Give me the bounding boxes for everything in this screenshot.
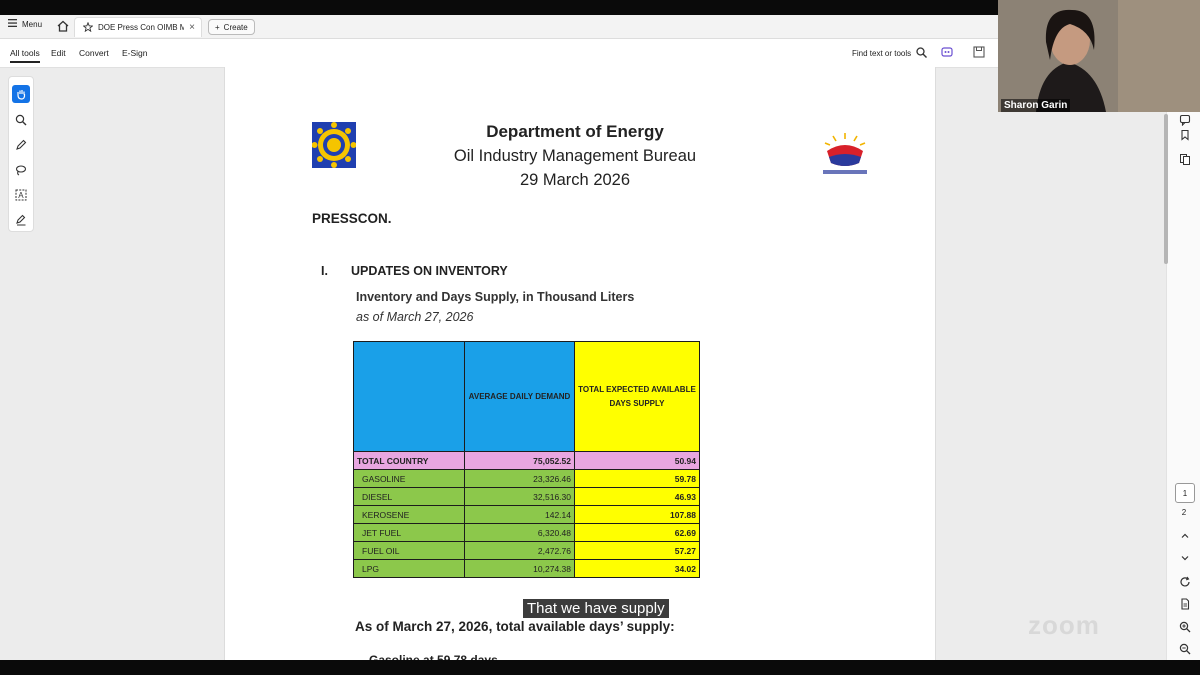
partially-visible-bullet: Gasoline at 59.78 days (369, 653, 498, 660)
table-cell-days: 46.93 (574, 487, 700, 506)
create-button[interactable]: + Create (208, 19, 255, 35)
table-row: DIESEL 32,516.30 46.93 (353, 487, 700, 506)
table-cell-label: LPG (353, 559, 465, 578)
header-bureau: Oil Industry Management Bureau (453, 147, 697, 165)
chevron-up-icon[interactable] (1178, 529, 1192, 543)
header-department: Department of Energy (486, 122, 664, 141)
bagong-pilipinas-logo (815, 129, 875, 179)
table-row: JET FUEL 6,320.48 62.69 (353, 523, 700, 542)
text-select-icon[interactable]: A (12, 186, 30, 204)
sign-icon[interactable] (12, 211, 30, 229)
tab-convert[interactable]: Convert (79, 48, 109, 58)
save-icon[interactable] (972, 45, 986, 59)
table-cell-demand: 75,052.52 (464, 451, 575, 470)
live-caption: That we have supply (523, 599, 669, 618)
svg-text:A: A (18, 191, 24, 200)
table-cell-label: GASOLINE (353, 469, 465, 488)
screen-bottom-bar (0, 660, 1200, 675)
table-cell-demand: 142.14 (464, 505, 575, 524)
inventory-table: AVERAGE DAILY DEMAND TOTAL EXPECTED AVAI… (353, 341, 700, 578)
lasso-icon[interactable] (12, 161, 30, 179)
table-row: FUEL OIL 2,472.76 57.27 (353, 541, 700, 560)
comment-icon[interactable] (1178, 113, 1192, 127)
find-label: Find text or tools (852, 49, 912, 58)
table-cell-label: KEROSENE (353, 505, 465, 524)
tab-all-tools[interactable]: All tools (10, 48, 40, 63)
table-cell-demand: 32,516.30 (464, 487, 575, 506)
table-header-cell: TOTAL EXPECTED AVAILABLE DAYS SUPPLY (574, 341, 700, 452)
tab-title: DOE Press Con OIMB M... (98, 23, 185, 32)
table-title: Inventory and Days Supply, in Thousand L… (356, 290, 635, 304)
zoom-out-icon[interactable] (1178, 642, 1192, 656)
hand-tool-icon[interactable] (12, 85, 30, 103)
presscon-heading: PRESSCON. (312, 211, 392, 226)
document-icon[interactable] (1178, 597, 1192, 611)
table-cell-days: 57.27 (574, 541, 700, 560)
table-cell-days: 50.94 (574, 451, 700, 470)
table-cell-label: DIESEL (353, 487, 465, 506)
quick-tools-panel: A (8, 76, 34, 232)
table-cell-demand: 6,320.48 (464, 523, 575, 542)
hamburger-icon (8, 19, 17, 29)
zoom-watermark: zoom (1028, 610, 1100, 640)
table-row: LPG 10,274.38 34.02 (353, 559, 700, 578)
bookmark-icon[interactable] (1178, 128, 1192, 142)
page-thumb-2[interactable]: 2 (1175, 508, 1193, 517)
copy-pages-icon[interactable] (1178, 152, 1192, 166)
table-cell-days: 62.69 (574, 523, 700, 542)
tab-document[interactable]: DOE Press Con OIMB M... × (74, 17, 202, 37)
table-cell-days: 34.02 (574, 559, 700, 578)
table-cell-label: JET FUEL (353, 523, 465, 542)
star-icon[interactable] (82, 21, 94, 34)
pdf-page: Department of Energy Oil Industry Manage… (224, 67, 936, 660)
table-cell-demand: 10,274.38 (464, 559, 575, 578)
table-row: GASOLINE 23,326.46 59.78 (353, 469, 700, 488)
table-cell-label: TOTAL COUNTRY (353, 451, 465, 470)
vertical-scrollbar[interactable] (1164, 114, 1168, 264)
zoom-tool-icon[interactable] (12, 111, 30, 129)
header-date: 29 March 2026 (519, 171, 631, 189)
zoom-in-icon[interactable] (1178, 620, 1192, 634)
table-cell-label: FUEL OIL (353, 541, 465, 560)
home-icon[interactable] (56, 19, 70, 33)
participant-name: Sharon Garin (1001, 99, 1071, 112)
table-cell-days: 59.78 (574, 469, 700, 488)
table-header-row: AVERAGE DAILY DEMAND TOTAL EXPECTED AVAI… (353, 341, 700, 452)
ai-assistant-icon[interactable] (940, 45, 954, 59)
table-row: KEROSENE 142.14 107.88 (353, 505, 700, 524)
table-cell-demand: 23,326.46 (464, 469, 575, 488)
pen-icon[interactable] (12, 136, 30, 154)
table-subtitle: as of March 27, 2026 (356, 310, 474, 324)
search-icon (916, 47, 928, 60)
as-of-statement: As of March 27, 2026, total available da… (355, 619, 675, 634)
table-header-cell (353, 341, 465, 452)
menu-label: Menu (22, 19, 43, 29)
section-number: I. (321, 264, 328, 278)
participant-video (998, 0, 1200, 112)
doe-seal-logo (311, 122, 357, 168)
refresh-icon[interactable] (1178, 575, 1192, 589)
create-label: Create (223, 22, 248, 32)
table-cell-days: 107.88 (574, 505, 700, 524)
tab-esign[interactable]: E-Sign (122, 48, 148, 58)
chevron-down-icon[interactable] (1178, 551, 1192, 565)
close-icon[interactable]: × (189, 22, 195, 33)
plus-icon: + (215, 22, 220, 32)
page-thumb-1[interactable]: 1 (1175, 483, 1195, 503)
section-title: UPDATES ON INVENTORY (351, 264, 508, 278)
table-cell-demand: 2,472.76 (464, 541, 575, 560)
find-text-or-tools[interactable]: Find text or tools (852, 47, 928, 60)
menu-button[interactable]: Menu (8, 19, 42, 29)
table-row-total: TOTAL COUNTRY 75,052.52 50.94 (353, 451, 700, 470)
table-header-cell: AVERAGE DAILY DEMAND (464, 341, 575, 452)
tab-edit[interactable]: Edit (51, 48, 66, 58)
